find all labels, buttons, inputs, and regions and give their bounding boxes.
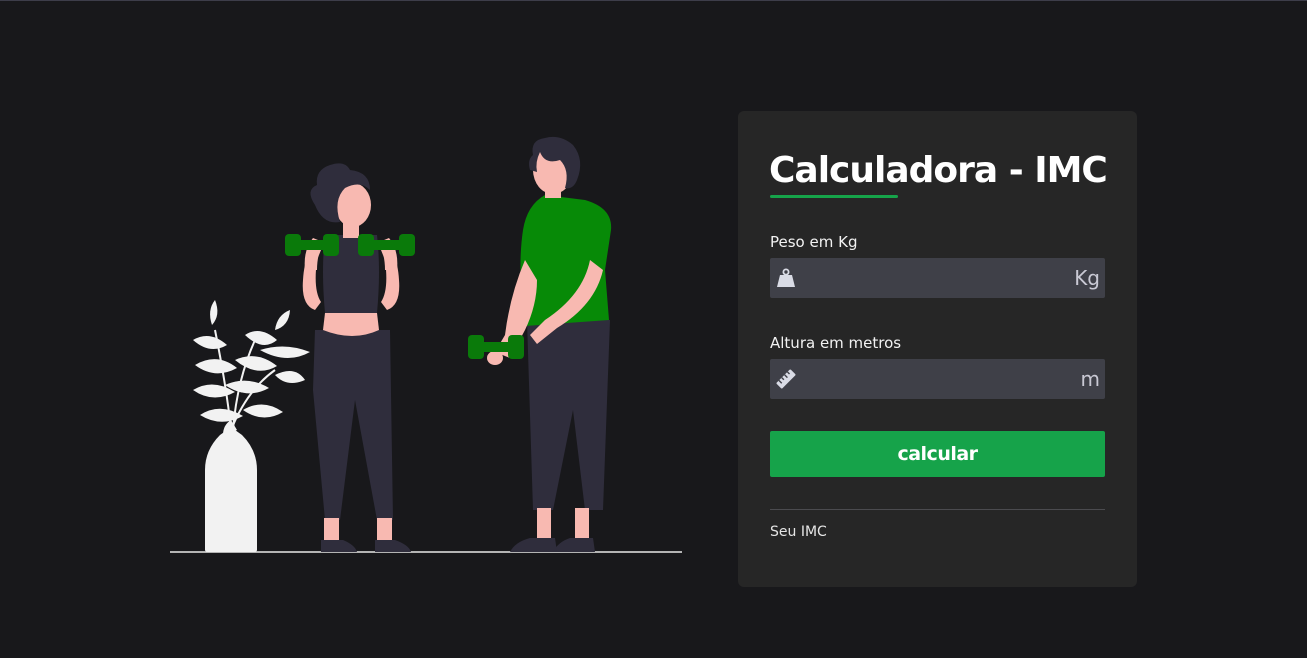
weight-label: Peso em Kg [770,233,858,251]
weight-field[interactable]: Kg [770,258,1105,298]
height-label: Altura em metros [770,334,902,352]
height-field[interactable]: m [770,359,1105,399]
fitness-illustration [165,130,690,560]
weight-input[interactable] [804,258,1054,298]
height-unit: m [1080,367,1100,391]
page-title: Calculadora - IMC [769,150,1108,191]
fitness-people-icon [170,136,682,553]
weight-unit: Kg [1074,266,1100,290]
bmi-calculator-card: Calculadora - IMC Peso em Kg Kg Altura e… [738,111,1137,587]
ruler-icon [776,369,796,389]
title-underline [770,195,898,198]
weight-icon [777,268,795,287]
plant-icon [193,300,310,552]
calculate-button[interactable]: calcular [770,431,1105,477]
bmi-result: Seu IMC [770,524,827,540]
divider [770,509,1105,510]
top-border [0,0,1307,1]
woman-figure-icon [285,163,415,552]
height-input[interactable] [804,359,1054,399]
man-figure-icon [468,136,612,552]
